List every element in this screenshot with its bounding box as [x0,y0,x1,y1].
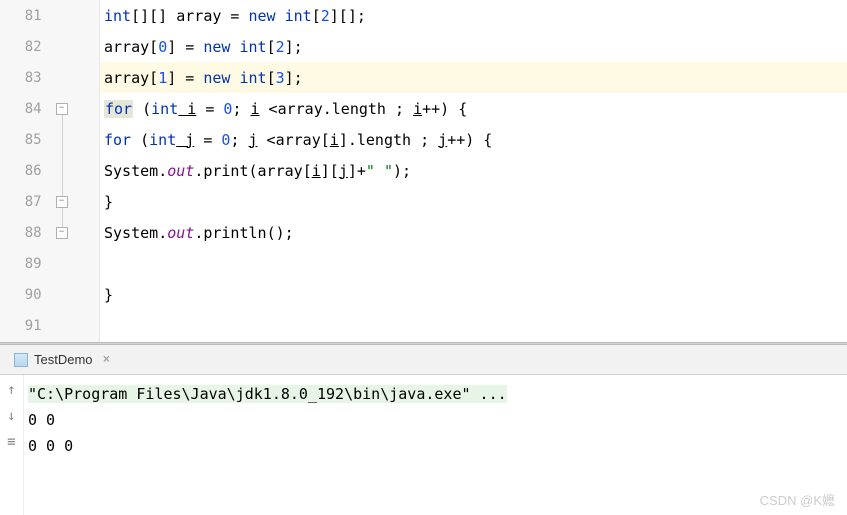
fold-close-icon[interactable]: − [56,196,68,208]
run-config-icon [14,353,28,367]
soft-wrap-icon[interactable]: ≡ [7,435,15,449]
console-line: 0 0 0 [28,433,843,459]
run-tab-label[interactable]: TestDemo [34,352,93,367]
fold-open-icon[interactable]: − [56,103,68,115]
scroll-down-icon[interactable]: ↓ [7,409,15,423]
line-number: 86 [0,163,48,179]
code-content[interactable]: int[][] array = new int[2][]; array[0] =… [100,0,847,342]
fold-close-icon[interactable]: − [56,227,68,239]
line-number: 89 [0,256,48,272]
run-tab-bar: TestDemo × [0,345,847,375]
code-line: } [100,186,847,217]
close-icon[interactable]: × [103,352,111,367]
code-line [100,248,847,279]
code-line: for (int j = 0; j <array[i].length ; j++… [100,124,847,155]
code-line: System.out.println(); [100,217,847,248]
line-number: 84 [0,101,48,117]
line-number: 90 [0,287,48,303]
code-line: int[][] array = new int[2][]; [100,0,847,31]
code-line: for (int i = 0; i <array.length ; i++) { [100,93,847,124]
gutter: 81 82 83 84− 85 86 87− 88− 89 90 91 [0,0,100,342]
line-number: 88 [0,225,48,241]
scroll-up-icon[interactable]: ↑ [7,383,15,397]
line-number: 87 [0,194,48,210]
line-number: 85 [0,132,48,148]
code-line [100,310,847,341]
console: ↑ ↓ ≡ "C:\Program Files\Java\jdk1.8.0_19… [0,375,847,515]
line-number: 91 [0,318,48,334]
code-line: array[0] = new int[2]; [100,31,847,62]
code-line-current: array[1] = new int[3]; [100,62,847,93]
line-number: 83 [0,70,48,86]
code-line: } [100,279,847,310]
console-output[interactable]: "C:\Program Files\Java\jdk1.8.0_192\bin\… [24,375,847,515]
line-number: 81 [0,8,48,24]
console-line: 0 0 [28,407,843,433]
code-line: System.out.print(array[i][j]+" "); [100,155,847,186]
code-editor[interactable]: 81 82 83 84− 85 86 87− 88− 89 90 91 int[… [0,0,847,342]
console-toolbar: ↑ ↓ ≡ [0,375,24,515]
console-command: "C:\Program Files\Java\jdk1.8.0_192\bin\… [28,385,507,403]
line-number: 82 [0,39,48,55]
